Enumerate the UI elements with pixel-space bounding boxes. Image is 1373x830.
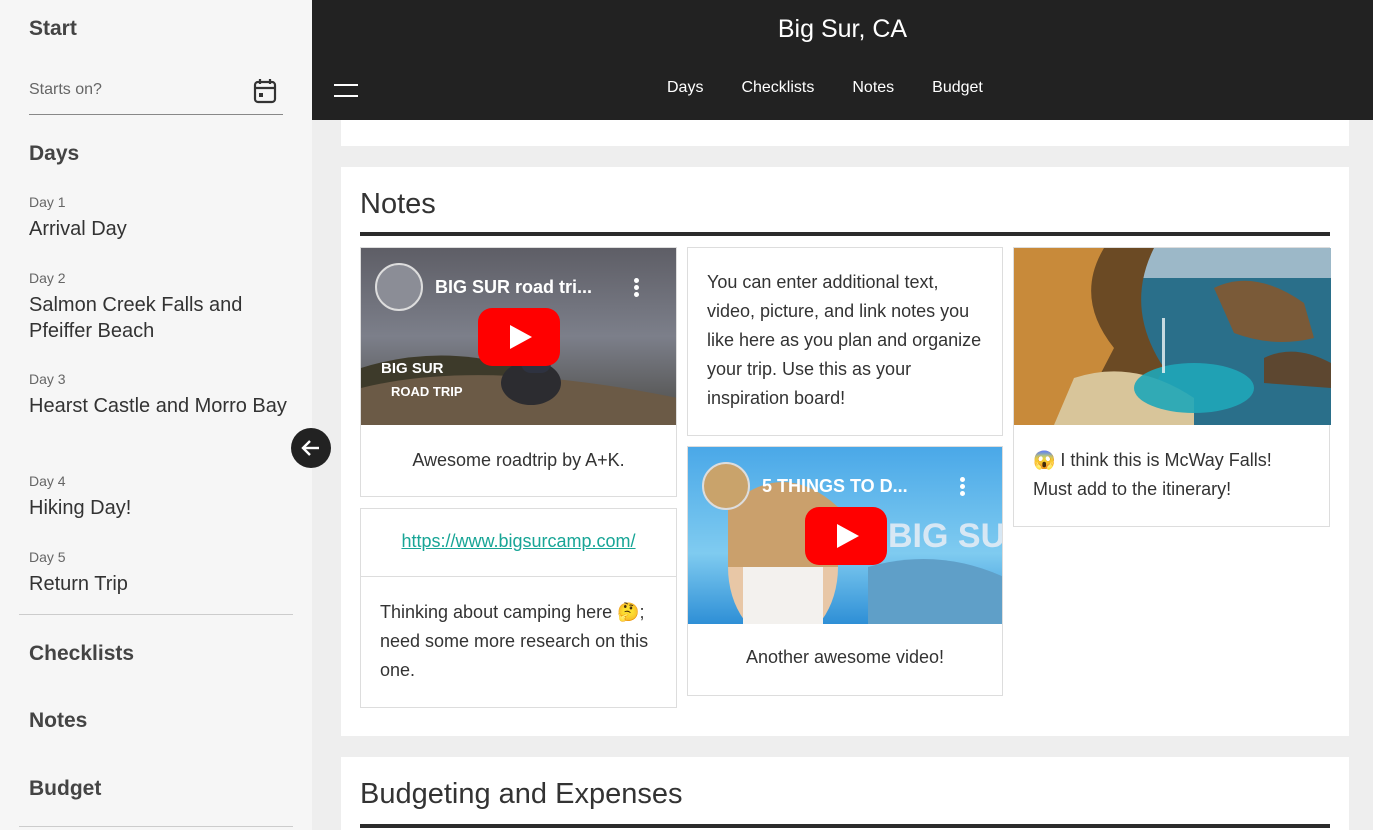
top-nav: Days Checklists Notes Budget (667, 79, 983, 103)
sidebar-day-4[interactable]: Day 4 Hiking Day! (29, 473, 289, 521)
image-note-caption: 😱 I think this is McWay Falls! Must add … (1033, 450, 1272, 499)
more-options-icon[interactable] (960, 477, 966, 497)
calendar-icon[interactable] (253, 78, 277, 104)
sidebar-item-budget[interactable]: Budget (29, 777, 101, 801)
day-title: Return Trip (29, 573, 128, 595)
collapse-sidebar-button[interactable] (291, 428, 331, 468)
sidebar-day-1[interactable]: Day 1 Arrival Day (29, 194, 289, 242)
nav-days[interactable]: Days (667, 79, 703, 103)
sidebar-divider (19, 614, 293, 615)
previous-section-card (341, 118, 1349, 146)
mcway-falls-image[interactable] (1014, 248, 1331, 425)
text-note: You can enter additional text, video, pi… (687, 247, 1003, 436)
days-heading[interactable]: Days (29, 142, 79, 166)
day-number: Day 1 (29, 194, 66, 210)
notes-section: Notes BIG SUR ROAD TRIP BIG SUR road tri… (341, 167, 1349, 736)
video-note-2: BIG SUR 5 THINGS TO D... Another awesome… (687, 446, 1003, 696)
sidebar-day-3[interactable]: Day 3 Hearst Castle and Morro Bay (29, 371, 289, 419)
sidebar-day-2[interactable]: Day 2 Salmon Creek Falls and Pfeiffer Be… (29, 270, 289, 344)
trip-title: Big Sur, CA (777, 15, 908, 43)
thumb-text-2: ROAD TRIP (391, 384, 463, 399)
top-header: Big Sur, CA Days Checklists Notes Budget (312, 0, 1373, 120)
sidebar-divider (19, 826, 293, 827)
text-note-body: You can enter additional text, video, pi… (707, 272, 982, 408)
notes-title: Notes (360, 188, 436, 220)
thumb-text: BIG SUR (888, 517, 1002, 555)
day-number: Day 4 (29, 473, 66, 489)
play-icon[interactable] (805, 507, 887, 565)
video-title[interactable]: 5 THINGS TO D... (762, 476, 937, 497)
video-caption: Another awesome video! (745, 647, 945, 667)
day-title: Arrival Day (29, 218, 127, 240)
day-number: Day 2 (29, 270, 66, 286)
start-date-placeholder: Starts on? (29, 81, 102, 98)
video-thumbnail[interactable]: BIG SUR 5 THINGS TO D... (688, 447, 1002, 624)
video-note-1: BIG SUR ROAD TRIP BIG SUR road tri... Aw… (360, 247, 677, 497)
day-number: Day 3 (29, 371, 66, 387)
nav-budget[interactable]: Budget (932, 79, 983, 103)
channel-avatar[interactable] (375, 263, 423, 311)
play-icon[interactable] (478, 308, 560, 366)
sidebar-item-notes[interactable]: Notes (29, 709, 87, 733)
sidebar-day-5[interactable]: Day 5 Return Trip (29, 549, 289, 597)
day-title: Salmon Creek Falls and Pfeiffer Beach (29, 294, 243, 342)
nav-notes[interactable]: Notes (852, 79, 894, 103)
arrow-left-icon (301, 440, 319, 456)
channel-avatar[interactable] (702, 462, 750, 510)
day-title: Hearst Castle and Morro Bay (29, 395, 287, 417)
more-options-icon[interactable] (634, 278, 640, 298)
image-note: 😱 I think this is McWay Falls! Must add … (1013, 247, 1331, 527)
section-rule (360, 232, 1330, 236)
nav-checklists[interactable]: Checklists (741, 79, 814, 103)
section-rule (360, 824, 1330, 828)
link-note: https://www.bigsurcamp.com/ Thinking abo… (360, 508, 677, 708)
day-number: Day 5 (29, 549, 66, 565)
sidebar: Start Starts on? Days Day 1 Arrival Day … (0, 0, 312, 830)
video-title[interactable]: BIG SUR road tri... (435, 277, 610, 298)
budget-title: Budgeting and Expenses (360, 778, 683, 810)
budget-section: Budgeting and Expenses (341, 757, 1349, 830)
menu-icon[interactable] (334, 82, 358, 100)
link-note-text: Thinking about camping here 🤔; need some… (380, 602, 649, 680)
day-title: Hiking Day! (29, 497, 132, 519)
thumb-text-1: BIG SUR (381, 360, 444, 377)
link-url[interactable]: https://www.bigsurcamp.com/ (401, 531, 635, 551)
sidebar-item-checklists[interactable]: Checklists (29, 642, 134, 666)
video-caption: Awesome roadtrip by A+K. (412, 450, 625, 470)
start-heading: Start (29, 17, 77, 40)
link-row: https://www.bigsurcamp.com/ (361, 509, 676, 577)
video-thumbnail[interactable]: BIG SUR ROAD TRIP BIG SUR road tri... (361, 248, 676, 425)
start-date-field[interactable]: Starts on? (29, 76, 283, 115)
